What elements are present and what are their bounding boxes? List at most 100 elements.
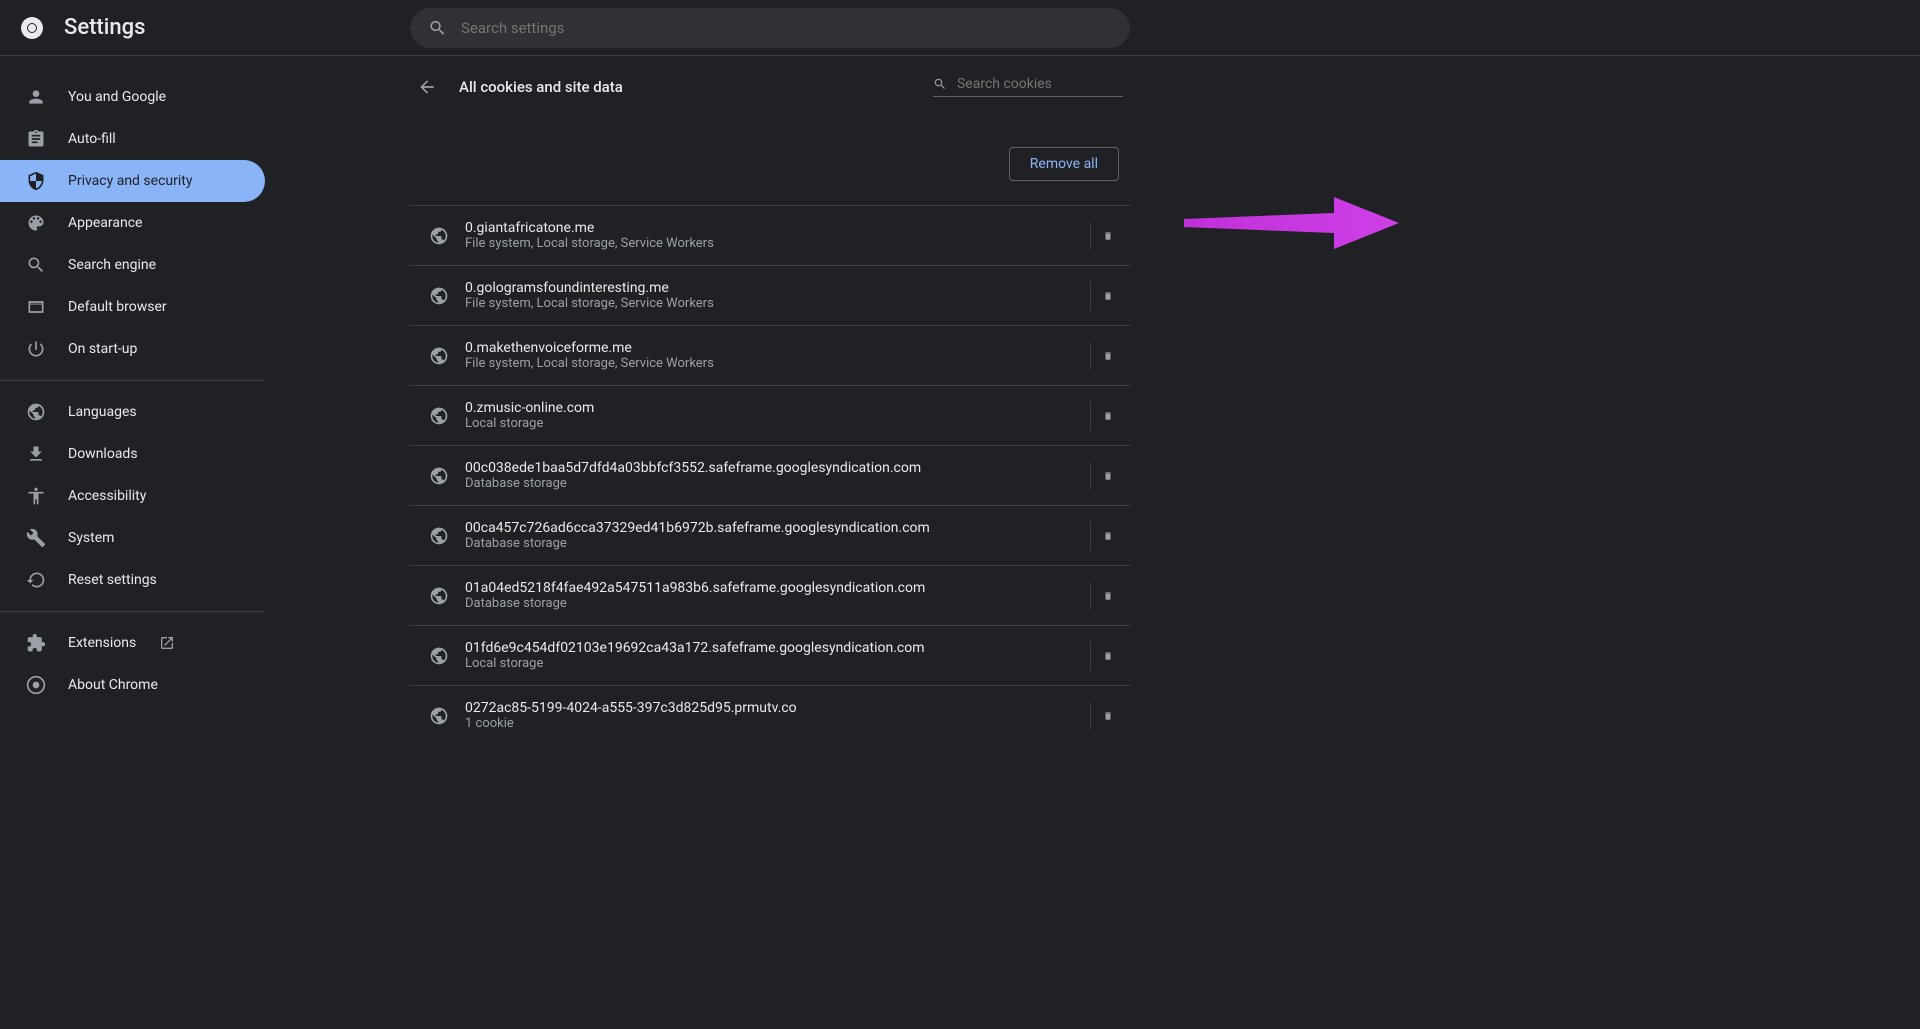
external-link-icon — [159, 635, 175, 651]
chevron-right-icon[interactable] — [1046, 228, 1082, 244]
sidebar-item-label: On start-up — [68, 341, 137, 357]
divider — [1090, 282, 1091, 310]
site-detail: Database storage — [465, 476, 1030, 491]
sidebar-item-label: Privacy and security — [68, 173, 192, 189]
site-detail: File system, Local storage, Service Work… — [465, 236, 1030, 251]
site-domain: 00c038ede1baa5d7dfd4a03bbfcf3552.safefra… — [465, 460, 1030, 476]
trash-icon[interactable] — [1099, 407, 1117, 425]
sidebar-item-system[interactable]: System — [0, 517, 265, 559]
chevron-right-icon[interactable] — [1046, 588, 1082, 604]
site-detail: Database storage — [465, 536, 1030, 551]
chevron-right-icon[interactable] — [1046, 468, 1082, 484]
site-row[interactable]: 00ca457c726ad6cca37329ed41b6972b.safefra… — [409, 505, 1131, 565]
chevron-right-icon[interactable] — [1046, 708, 1082, 724]
sidebar-item-you-and-google[interactable]: You and Google — [0, 76, 265, 118]
site-info: 0.zmusic-online.com Local storage — [465, 400, 1030, 431]
search-icon — [26, 255, 46, 275]
cookie-search-input[interactable] — [957, 76, 1123, 92]
sidebar-item-label: Accessibility — [68, 488, 146, 504]
cookie-search[interactable] — [933, 76, 1123, 97]
remove-all-button[interactable]: Remove all — [1009, 147, 1119, 181]
sidebar-divider — [0, 611, 265, 612]
search-icon — [428, 18, 447, 38]
globe-icon — [429, 526, 449, 546]
sidebar-item-label: Default browser — [68, 299, 167, 315]
sidebar-item-appearance[interactable]: Appearance — [0, 202, 265, 244]
sidebar-item-downloads[interactable]: Downloads — [0, 433, 265, 475]
chevron-right-icon[interactable] — [1046, 648, 1082, 664]
globe-icon — [429, 706, 449, 726]
site-row[interactable]: 0.giantafricatone.me File system, Local … — [409, 205, 1131, 265]
sidebar: You and Google Auto-fill Privacy and sec… — [0, 56, 265, 1029]
sidebar-item-languages[interactable]: Languages — [0, 391, 265, 433]
site-detail: Local storage — [465, 416, 1030, 431]
trash-icon[interactable] — [1099, 347, 1117, 365]
globe-icon — [429, 286, 449, 306]
sidebar-item-reset-settings[interactable]: Reset settings — [0, 559, 265, 601]
sidebar-item-search-engine[interactable]: Search engine — [0, 244, 265, 286]
site-detail: Local storage — [465, 656, 1030, 671]
sidebar-item-default-browser[interactable]: Default browser — [0, 286, 265, 328]
trash-icon[interactable] — [1099, 467, 1117, 485]
divider — [1090, 402, 1091, 430]
globe-icon — [26, 402, 46, 422]
trash-icon[interactable] — [1099, 647, 1117, 665]
divider — [1090, 522, 1091, 550]
site-domain: 0.gologramsfoundinteresting.me — [465, 280, 1030, 296]
site-row[interactable]: 01a04ed5218f4fae492a547511a983b6.safefra… — [409, 565, 1131, 625]
sidebar-item-extensions[interactable]: Extensions — [0, 622, 265, 664]
site-detail: Database storage — [465, 596, 1030, 611]
divider — [1090, 462, 1091, 490]
site-row[interactable]: 0.zmusic-online.com Local storage — [409, 385, 1131, 445]
site-row[interactable]: 0272ac85-5199-4024-a555-397c3d825d95.prm… — [409, 685, 1131, 745]
site-row[interactable]: 01fd6e9c454df02103e19692ca43a172.safefra… — [409, 625, 1131, 685]
settings-search-input[interactable] — [461, 19, 1112, 37]
site-domain: 00ca457c726ad6cca37329ed41b6972b.safefra… — [465, 520, 1030, 536]
sidebar-item-label: Extensions — [68, 635, 136, 651]
settings-search-bar[interactable] — [410, 8, 1130, 48]
globe-icon — [429, 586, 449, 606]
chevron-right-icon[interactable] — [1046, 348, 1082, 364]
globe-icon — [429, 466, 449, 486]
globe-icon — [429, 646, 449, 666]
chevron-right-icon[interactable] — [1046, 288, 1082, 304]
divider — [1090, 342, 1091, 370]
site-domain: 0.makethenvoiceforme.me — [465, 340, 1030, 356]
site-row[interactable]: 00c038ede1baa5d7dfd4a03bbfcf3552.safefra… — [409, 445, 1131, 505]
sidebar-item-accessibility[interactable]: Accessibility — [0, 475, 265, 517]
divider — [1090, 222, 1091, 250]
site-domain: 0.giantafricatone.me — [465, 220, 1030, 236]
sidebar-item-about-chrome[interactable]: About Chrome — [0, 664, 265, 706]
site-detail: File system, Local storage, Service Work… — [465, 296, 1030, 311]
trash-icon[interactable] — [1099, 527, 1117, 545]
annotation-arrow — [1184, 193, 1399, 253]
trash-icon[interactable] — [1099, 227, 1117, 245]
sidebar-item-label: You and Google — [68, 89, 166, 105]
browser-icon — [26, 297, 46, 317]
site-row[interactable]: 0.gologramsfoundinteresting.me File syst… — [409, 265, 1131, 325]
back-arrow-icon[interactable] — [417, 77, 437, 97]
palette-icon — [26, 213, 46, 233]
wrench-icon — [26, 528, 46, 548]
sidebar-item-on-startup[interactable]: On start-up — [0, 328, 265, 370]
page-title: Settings — [64, 15, 145, 40]
sidebar-item-label: Languages — [68, 404, 137, 420]
sidebar-item-autofill[interactable]: Auto-fill — [0, 118, 265, 160]
site-info: 01fd6e9c454df02103e19692ca43a172.safefra… — [465, 640, 1030, 671]
restore-icon — [26, 570, 46, 590]
sidebar-item-privacy-security[interactable]: Privacy and security — [0, 160, 265, 202]
site-row[interactable]: 0.makethenvoiceforme.me File system, Loc… — [409, 325, 1131, 385]
trash-icon[interactable] — [1099, 587, 1117, 605]
trash-icon[interactable] — [1099, 707, 1117, 725]
site-detail: File system, Local storage, Service Work… — [465, 356, 1030, 371]
sidebar-divider — [0, 380, 265, 381]
sidebar-item-label: Appearance — [68, 215, 142, 231]
search-icon — [933, 76, 947, 92]
accessibility-icon — [26, 486, 46, 506]
sidebar-item-label: System — [68, 530, 114, 546]
chevron-right-icon[interactable] — [1046, 408, 1082, 424]
header: Settings — [0, 0, 1920, 56]
divider — [1090, 642, 1091, 670]
trash-icon[interactable] — [1099, 287, 1117, 305]
chevron-right-icon[interactable] — [1046, 528, 1082, 544]
